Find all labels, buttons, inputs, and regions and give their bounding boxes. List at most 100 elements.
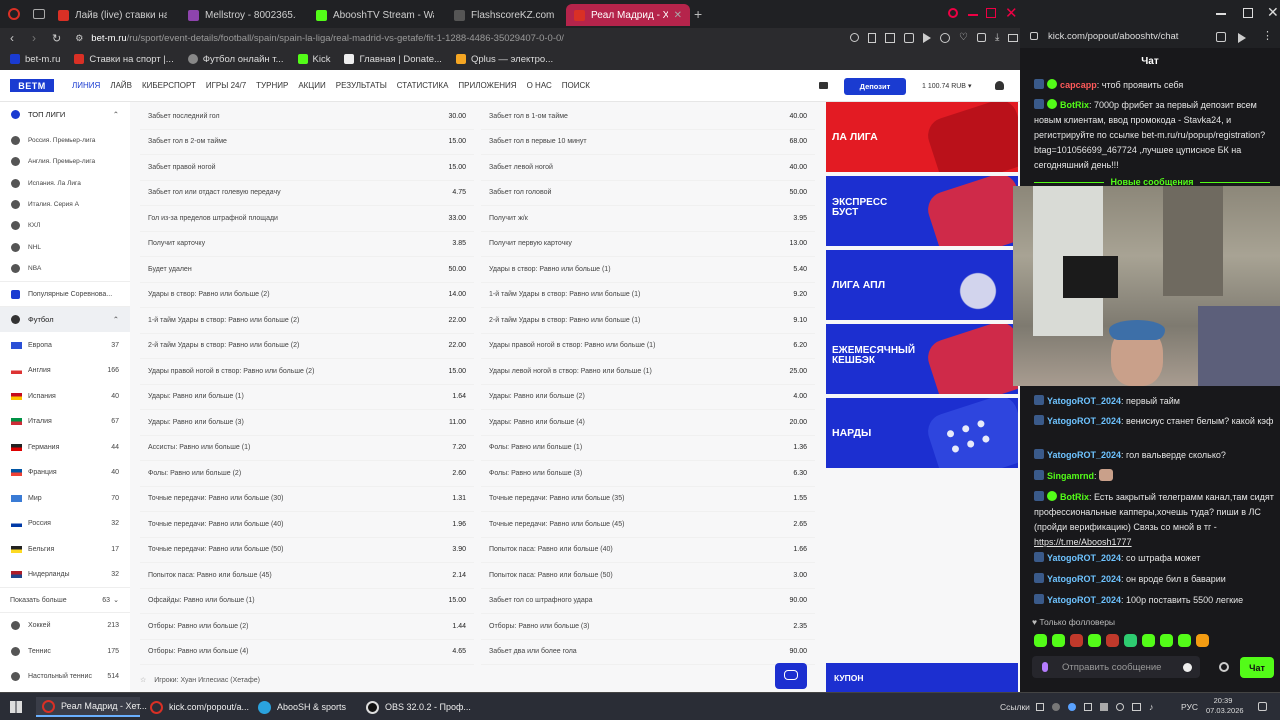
emote-icon[interactable] [1160, 634, 1173, 647]
market-odd[interactable]: 50.00 [789, 189, 807, 196]
market-odd[interactable]: 2.65 [793, 521, 807, 528]
betm-logo[interactable]: BETM [10, 79, 54, 92]
market-odd[interactable]: 40.00 [789, 164, 807, 171]
market-odd[interactable]: 7.20 [452, 444, 466, 451]
chat-send-button[interactable]: Чат [1240, 657, 1274, 678]
bookmark-football[interactable]: Футбол онлайн т... [187, 54, 284, 65]
input-language[interactable]: РУС [1181, 702, 1198, 712]
market-odd[interactable]: 1.36 [793, 444, 807, 451]
search-tabs-icon[interactable] [948, 8, 958, 18]
browser-tab[interactable]: Mellstroy - 8002365.4617 [180, 4, 304, 26]
profile-icon[interactable] [995, 81, 1004, 90]
market-row[interactable]: Удары правой ногой в створ: Равно или бо… [481, 333, 815, 359]
sidebar-league[interactable]: NBA [0, 256, 130, 282]
browser-menu-icon[interactable] [8, 8, 20, 20]
chat-settings-icon[interactable] [1219, 662, 1229, 672]
chat-username[interactable]: YatogoROT_2024 [1047, 416, 1121, 426]
sidebar-country[interactable]: Испания 40 [0, 383, 130, 409]
chat-username[interactable]: YatogoROT_2024 [1047, 574, 1121, 584]
show-more-button[interactable]: Показать больше 63 ⌄ [0, 587, 130, 613]
market-row[interactable]: Удары левой ногой в створ: Равно или бол… [481, 359, 815, 385]
tray-icon[interactable] [1084, 703, 1092, 711]
emote-icon[interactable] [1196, 634, 1209, 647]
browser-tab[interactable]: Реал Мадрид - Хетафе 2(✕ [566, 4, 690, 26]
back-icon[interactable]: ‹ [10, 31, 14, 45]
market-odd[interactable]: 1.55 [793, 495, 807, 502]
market-odd[interactable]: 22.00 [448, 342, 466, 349]
site-info-icon[interactable]: ⚙ [75, 33, 83, 44]
market-row[interactable]: Удары: Равно или больше (4) 20.00 [481, 410, 815, 436]
emote-icon[interactable] [1034, 634, 1047, 647]
sidebar-sport[interactable]: Теннис 175 [0, 638, 130, 664]
bookmark-qplus[interactable]: Qplus — электро... [455, 54, 553, 65]
kick-url[interactable]: kick.com/popout/abooshtv/chat [1048, 31, 1178, 42]
market-row[interactable]: Точные передачи: Равно или больше (30) 1.… [140, 486, 474, 512]
wallet-icon[interactable] [1008, 33, 1019, 42]
market-row[interactable]: Будет удален 50.00 [140, 257, 474, 283]
kick-more-icon[interactable]: ⋮ [1262, 29, 1273, 42]
browser-tab[interactable]: Лайв (live) ставки на Киб [50, 4, 175, 26]
reload-icon[interactable]: ↻ [52, 32, 61, 45]
market-row[interactable]: Попыток паса: Равно или больше (50) 3.00 [481, 563, 815, 589]
emote-icon[interactable] [1178, 634, 1191, 647]
market-row[interactable]: Забьет гол в 1-ом тайме 40.00 [481, 104, 815, 130]
kick-minimize-button[interactable] [1216, 13, 1226, 15]
market-row[interactable]: Офсайды: Равно или больше (1) 15.00 [140, 588, 474, 614]
tray-icon[interactable] [1052, 703, 1060, 711]
market-odd[interactable]: 25.00 [789, 368, 807, 375]
popular-competitions[interactable]: Популярные Соревнова... [0, 281, 130, 307]
market-row[interactable]: Фолы: Равно или больше (3) 6.30 [481, 461, 815, 487]
chat-username[interactable]: YatogoROT_2024 [1047, 450, 1121, 460]
market-row[interactable]: Точные передачи: Равно или больше (40) 1.… [140, 512, 474, 538]
market-row[interactable]: Отборы: Равно или больше (4) 4.65 [140, 639, 474, 665]
market-odd[interactable]: 11.00 [449, 419, 466, 426]
market-row[interactable]: Удары: Равно или больше (1) 1.64 [140, 384, 474, 410]
sidebar-country[interactable]: Бельгия 17 [0, 536, 130, 562]
emote-icon[interactable] [1106, 634, 1119, 647]
chat-input[interactable]: Отправить сообщение [1032, 656, 1200, 678]
promo-banner[interactable]: ЛИГА АПЛ [826, 250, 1018, 320]
send-icon[interactable] [923, 32, 931, 43]
market-odd[interactable]: 20.00 [789, 419, 807, 426]
bookmark-stavki[interactable]: Ставки на спорт |... [74, 54, 174, 65]
market-row[interactable]: Удары в створ: Равно или больше (1) 5.40 [481, 257, 815, 283]
market-row[interactable]: 2-й тайм Удары в створ: Равно или больше… [481, 308, 815, 334]
forward-icon[interactable]: › [32, 31, 36, 45]
adblock-icon[interactable] [904, 32, 914, 43]
sidebar-country[interactable]: Германия 44 [0, 434, 130, 460]
chat-username[interactable]: YatogoROT_2024 [1047, 595, 1121, 605]
notifications-icon[interactable] [1258, 702, 1267, 711]
sidebar-sport[interactable]: Хоккей 213 [0, 613, 130, 639]
chat-username[interactable]: BotRix [1060, 100, 1089, 110]
market-row[interactable]: 1-й тайм Удары в створ: Равно или больше… [140, 308, 474, 334]
market-row[interactable]: Удары: Равно или больше (3) 11.00 [140, 410, 474, 436]
tab-close-icon[interactable]: ✕ [674, 10, 682, 21]
network-icon[interactable] [1132, 703, 1141, 711]
market-odd[interactable]: 15.00 [448, 138, 466, 145]
nav-item[interactable]: РЕЗУЛЬТАТЫ [336, 81, 387, 90]
market-row[interactable]: Забьет правой ногой 15.00 [140, 155, 474, 181]
nav-item[interactable]: О НАС [527, 81, 552, 90]
sidebar-country[interactable]: Англия 166 [0, 358, 130, 384]
start-icon[interactable] [10, 701, 22, 713]
sidebar-sport[interactable]: Настольный теннис 514 [0, 664, 130, 690]
nav-item[interactable]: КИБЕРСПОРТ [142, 81, 196, 90]
close-button[interactable]: ✕ [1005, 4, 1018, 22]
market-odd[interactable]: 30.00 [448, 113, 466, 120]
market-row[interactable]: Забьет два или более гола 90.00 [481, 639, 815, 665]
market-row[interactable]: Отборы: Равно или больше (3) 2.35 [481, 614, 815, 640]
star-icon[interactable]: ☆ [140, 677, 146, 684]
market-row[interactable]: Гол из-за пределов штрафной площади 33.00 [140, 206, 474, 232]
market-row[interactable]: Получит первую карточку 13.00 [481, 231, 815, 257]
bookmark-kick[interactable]: Kick [297, 54, 330, 65]
chat-username[interactable]: сарсарр [1060, 80, 1097, 90]
balance-dropdown[interactable]: 1 100.74 RUB ▾ [922, 82, 971, 90]
market-odd[interactable]: 3.95 [793, 215, 807, 222]
market-row[interactable]: Точные передачи: Равно или больше (35) 1.… [481, 486, 815, 512]
emoji-icon[interactable] [1183, 662, 1192, 672]
mail-icon[interactable] [819, 82, 828, 89]
market-row[interactable]: Ассисты: Равно или больше (1) 7.20 [140, 435, 474, 461]
clock[interactable]: 20:39 07.03.2026 [1206, 696, 1244, 716]
market-odd[interactable]: 50.00 [448, 266, 466, 273]
download-icon[interactable]: ⤓ [995, 32, 999, 43]
